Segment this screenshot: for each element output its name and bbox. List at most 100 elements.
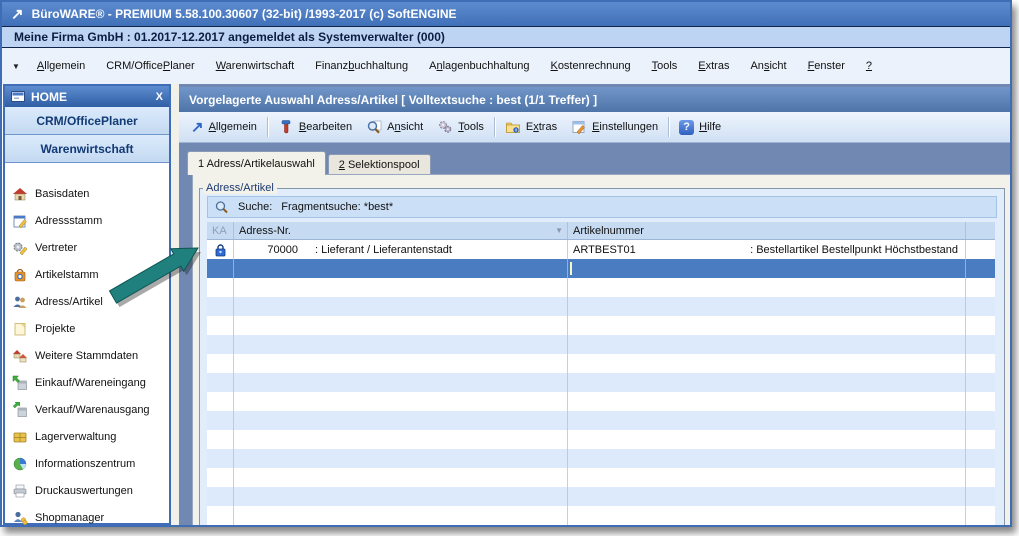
window-title: BüroWARE® - PREMIUM 5.58.100.30607 (32-b… (32, 7, 457, 21)
table-row-empty[interactable] (207, 449, 995, 468)
adress-nr: 70000 (234, 244, 298, 256)
table-row-empty[interactable] (207, 411, 995, 430)
menu-dropdown-icon[interactable]: ▼ (12, 62, 20, 71)
menu-item-fenster[interactable]: Fenster (808, 60, 845, 72)
tab-adress-artikelauswahl[interactable]: 1 Adress/Artikelauswahl (187, 151, 326, 175)
artikel-name: : Bestellartikel Bestellpunkt Höchstbest… (750, 244, 965, 256)
menu-item-allgemein[interactable]: Allgemein (37, 60, 85, 72)
table-row-empty[interactable] (207, 354, 995, 373)
column-header-label: Artikelnummer (568, 225, 644, 237)
toolbar-separator (668, 117, 669, 137)
sort-desc-icon[interactable]: ▼ (555, 226, 567, 235)
menu-item-help[interactable]: ? (866, 60, 872, 72)
sidebar-item-label: Informationszentrum (35, 458, 135, 470)
table-row-selected[interactable] (207, 259, 995, 278)
search-bar[interactable]: Suche: Fragmentsuche: *best* (207, 196, 997, 218)
sidebar-item-verkauf-warenausgang[interactable]: Verkauf/Warenausgang (5, 396, 169, 423)
sidebar-item-informationszentrum[interactable]: Informationszentrum (5, 450, 169, 477)
toolbar-button-extras[interactable]: Extras (498, 115, 564, 139)
sidebar-module-crm[interactable]: CRM/OfficePlaner (5, 107, 169, 135)
empty-cell (965, 259, 995, 278)
toolbar-button-einstellungen[interactable]: Einstellungen (564, 115, 665, 139)
title-bar: ↗ BüroWARE® - PREMIUM 5.58.100.30607 (32… (2, 2, 1010, 26)
menu-item-ansicht[interactable]: Ansicht (750, 60, 786, 72)
toolbar-button-allgemein[interactable]: ↗ Allgemein (184, 115, 264, 139)
table-row-empty[interactable] (207, 297, 995, 316)
sidebar-module-label: Warenwirtschaft (41, 142, 134, 156)
menu-item-finanzbuchhaltung[interactable]: Finanzbuchhaltung (315, 60, 408, 72)
toolbar-label: Extras (526, 121, 557, 133)
table-header[interactable]: KA Adress-Nr. ▼ Artikelnummer (207, 222, 995, 240)
sidebar-item-druckauswertungen[interactable]: Druckauswertungen (5, 477, 169, 504)
toolbar-button-ansicht[interactable]: Ansicht (359, 115, 430, 139)
adress-artikel-groupbox: Suche: Fragmentsuche: *best* KA Adress-N… (199, 188, 1005, 525)
adress-cell (233, 259, 567, 278)
sidebar-items: Basisdaten Adressstamm Vertreter Artikel… (5, 163, 169, 531)
table-row-empty[interactable] (207, 468, 995, 487)
table-row-empty[interactable] (207, 487, 995, 506)
menu-item-anlagenbuchhaltung[interactable]: Anlagenbuchhaltung (429, 60, 529, 72)
table-row-empty[interactable] (207, 430, 995, 449)
sidebar-item-lagerverwaltung[interactable]: Lagerverwaltung (5, 423, 169, 450)
artikelnummer: ARTBEST01 (568, 244, 636, 256)
screenshot-stage: ↗ BüroWARE® - PREMIUM 5.58.100.30607 (32… (0, 0, 1019, 536)
person-coins-icon (12, 510, 28, 526)
table-row-empty[interactable] (207, 373, 995, 392)
sidebar-item-label: Shopmanager (35, 512, 104, 524)
table-empty-rows (207, 278, 995, 525)
session-text: Meine Firma GmbH : 01.2017-12.2017 angem… (14, 30, 445, 44)
table-row-empty[interactable] (207, 335, 995, 354)
sidebar-item-basisdaten[interactable]: Basisdaten (5, 180, 169, 207)
table-row-empty[interactable] (207, 278, 995, 297)
text-caret (570, 262, 572, 275)
menu-item-warenwirtschaft[interactable]: Warenwirtschaft (216, 60, 294, 72)
house-icon (12, 186, 28, 202)
menu-item-extras[interactable]: Extras (698, 60, 729, 72)
annotation-arrow (100, 230, 220, 320)
main-area: Vorgelagerte Auswahl Adress/Artikel [ Vo… (179, 84, 1010, 525)
toolbar-label: Tools (458, 121, 484, 133)
toolbar-button-hilfe[interactable]: ? Hilfe (672, 115, 728, 139)
empty-cell (965, 240, 995, 259)
table-row-empty[interactable] (207, 392, 995, 411)
toolbar-button-tools[interactable]: Tools (430, 115, 491, 139)
table-body: 70000 : Lieferant / Lieferantenstadt ART… (207, 240, 995, 525)
tab-selektionspool[interactable]: 2 Selektionspool (328, 154, 431, 174)
session-bar: Meine Firma GmbH : 01.2017-12.2017 angem… (2, 26, 1010, 48)
table-row-empty[interactable] (207, 316, 995, 335)
sidebar-item-shopmanager[interactable]: Shopmanager (5, 504, 169, 531)
toolbar-label: Hilfe (699, 121, 721, 133)
menu-item-crm-officeplaner[interactable]: CRM/OfficePlaner (106, 60, 194, 72)
content-band: 1 Adress/Artikelauswahl 2 Selektionspool… (179, 143, 1010, 525)
column-header-adress-nr[interactable]: Adress-Nr. ▼ (233, 222, 567, 239)
home-window-icon (11, 91, 25, 102)
result-table: KA Adress-Nr. ▼ Artikelnummer (207, 222, 995, 525)
sidebar-item-label: Adressstamm (35, 215, 102, 227)
table-row-empty[interactable] (207, 506, 995, 525)
printer-icon (12, 483, 28, 499)
main-header-bar: Vorgelagerte Auswahl Adress/Artikel [ Vo… (179, 87, 1010, 112)
sidebar-item-einkauf-wareneingang[interactable]: Einkauf/Wareneingang (5, 369, 169, 396)
sidebar-item-weitere-stammdaten[interactable]: Weitere Stammdaten (5, 342, 169, 369)
sidebar-item-label: Lagerverwaltung (35, 431, 116, 443)
tab-strip: 1 Adress/Artikelauswahl 2 Selektionspool (187, 151, 431, 174)
tab-panel: Adress/Artikel Suche: Fragmentsuche: *be… (192, 174, 1010, 525)
sidebar-item-label: Projekte (35, 323, 75, 335)
magnifier-page-icon (366, 119, 382, 135)
houses-icon (12, 348, 28, 364)
sidebar-module-warenwirtschaft[interactable]: Warenwirtschaft (5, 135, 169, 163)
menu-item-tools[interactable]: Tools (652, 60, 678, 72)
table-row-result[interactable]: 70000 : Lieferant / Lieferantenstadt ART… (207, 240, 995, 259)
help-icon: ? (679, 120, 694, 135)
sidebar-close-icon[interactable]: X (156, 91, 163, 103)
app-logo-arrow-icon: ↗ (11, 7, 24, 22)
column-header-artikelnummer[interactable]: Artikelnummer (567, 222, 965, 239)
sidebar-title: HOME (31, 90, 67, 104)
groupbox-label: Adress/Artikel (203, 182, 277, 194)
sidebar-module-label: CRM/OfficePlaner (36, 114, 137, 128)
toolbar-separator (267, 117, 268, 137)
toolbar-button-bearbeiten[interactable]: Bearbeiten (271, 115, 359, 139)
toolbar-label: Bearbeiten (299, 121, 352, 133)
menu-item-kostenrechnung[interactable]: Kostenrechnung (550, 60, 630, 72)
adress-cell: 70000 : Lieferant / Lieferantenstadt (233, 240, 567, 259)
